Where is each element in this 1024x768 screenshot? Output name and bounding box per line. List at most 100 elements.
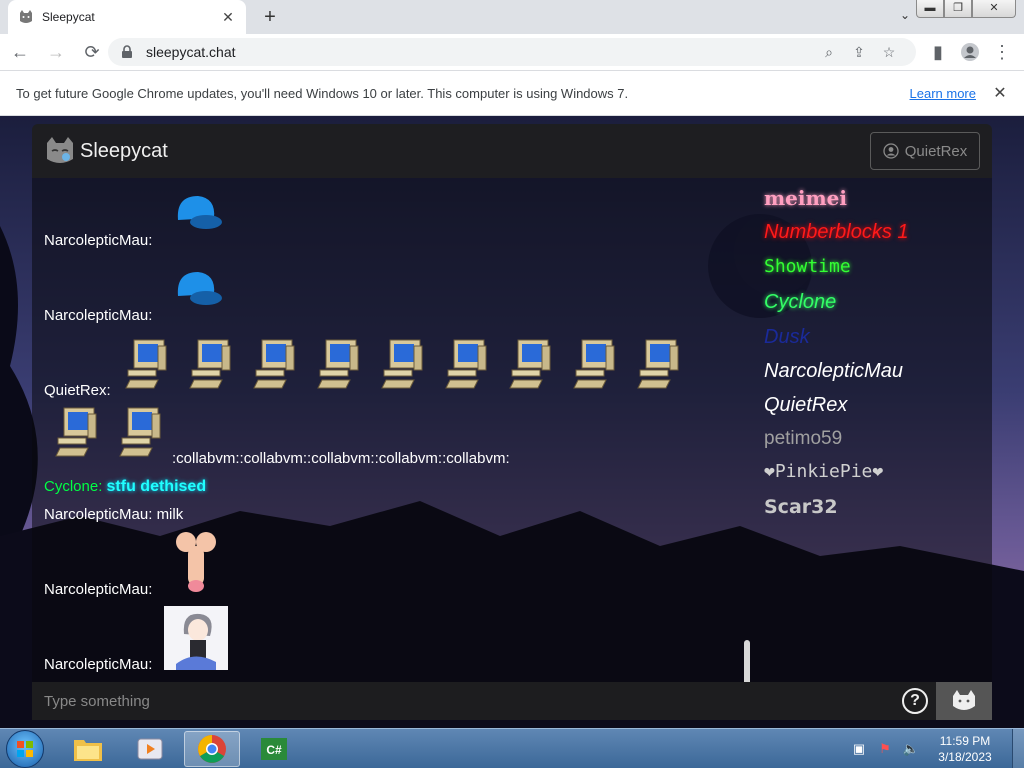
csharp-icon: C# [261,738,287,760]
side-panel-icon[interactable]: ▮ [922,36,954,68]
windows-taskbar: C# ▣ ⚑ 🔈 11:59 PM 3/18/2023 [0,728,1024,768]
message-author: NarcolepticMau: [44,307,153,324]
chat-message: Cyclone: stfu dethised [44,478,206,496]
user-list-item[interactable]: petimo59 [764,428,842,450]
current-user-name: QuietRex [904,142,968,160]
restore-button[interactable]: ❐ [944,0,972,18]
clock[interactable]: 11:59 PM 3/18/2023 [928,733,1002,765]
message-author: NarcolepticMau: [44,581,153,598]
blue-cap-emote-icon [177,272,222,305]
user-list-item[interactable]: Scar32 [764,496,838,518]
windows-logo-icon [17,741,33,757]
sleepycat-app: Sleepycat QuietRex NarcolepticMau: Narco… [32,124,992,720]
new-tab-button[interactable]: + [258,6,282,28]
learn-more-link[interactable]: Learn more [910,86,976,101]
help-button[interactable]: ? [902,688,928,714]
network-icon[interactable]: ▣ [850,741,868,757]
chat-scrollbar[interactable] [744,640,750,682]
taskbar-csharp-button[interactable]: C# [246,731,302,767]
user-list-item[interactable]: Dusk [764,326,810,349]
collabvm-emote-icon [54,406,100,458]
search-icon[interactable]: ⌕ [814,44,844,61]
clock-date: 3/18/2023 [938,750,992,764]
blue-cap-emote-icon [177,196,222,229]
chat-messages: NarcolepticMau: NarcolepticMau: QuietRex… [32,178,752,682]
address-bar[interactable]: sleepycat.chat ⌕ ⇪ ☆ [108,38,916,66]
cat-icon [953,690,975,710]
forward-icon[interactable]: → [40,36,72,68]
message-text: milk [156,506,184,523]
user-list-item[interactable]: QuietRex [764,394,847,417]
profile-icon[interactable] [954,36,986,68]
current-user-button[interactable]: QuietRex [870,132,980,170]
tab-close-icon[interactable]: ✕ [220,9,236,25]
chat-input[interactable] [32,682,902,720]
folder-icon [74,740,102,761]
lock-icon [122,45,132,58]
browser-toolbar: ← → ⟳ sleepycat.chat ⌕ ⇪ ☆ ▮ ⋮ [0,34,1024,70]
start-button[interactable] [6,730,44,768]
taskbar-media-player-button[interactable] [122,731,178,767]
system-tray: ▣ ⚑ 🔈 11:59 PM 3/18/2023 [850,729,1024,768]
chrome-icon [198,735,226,763]
collabvm-emote-icon [124,338,170,390]
emote-image [176,532,216,592]
user-list-item[interactable]: Numberblocks 1 [764,221,909,244]
collabvm-emote-icon [572,338,618,390]
chat-message: NarcolepticMau: [44,656,152,673]
app-header: Sleepycat QuietRex [32,124,992,178]
message-text: :collabvm::collabvm::collabvm::collabvm:… [172,450,510,467]
chat-message: NarcolepticMau: [44,232,152,249]
chat-message: NarcolepticMau: [44,581,152,598]
chat-input-row: ? [32,682,992,720]
user-list-item[interactable]: Showtime [764,256,851,277]
infobar-message: To get future Google Chrome updates, you… [16,85,629,101]
share-icon[interactable]: ⇪ [844,44,874,61]
cat-emote-button[interactable] [936,682,992,720]
update-infobar: To get future Google Chrome updates, you… [0,70,1024,116]
collabvm-emote-icon [188,338,234,390]
sleepycat-logo-icon [47,137,73,163]
collabvm-emote-icon [508,338,554,390]
action-center-flag-icon[interactable]: ⚑ [876,741,894,757]
sleepycat-favicon-icon [18,9,34,25]
message-author: NarcolepticMau: [44,656,153,673]
bookmark-star-icon[interactable]: ☆ [874,44,904,61]
svg-text:C#: C# [266,743,282,757]
user-list: meimei Numberblocks 1 Showtime Cyclone D… [752,178,992,682]
message-text: stfu dethised [106,478,207,495]
tab-search-icon[interactable]: ⌄ [896,8,914,26]
minimize-button[interactable]: ▬ [916,0,944,18]
volume-icon[interactable]: 🔈 [902,741,920,757]
chat-message: NarcolepticMau: [44,307,152,324]
taskbar-explorer-button[interactable] [60,731,116,767]
user-list-item[interactable]: NarcolepticMau [764,360,903,383]
user-list-item[interactable]: ❤PinkiePie❤ [764,461,883,482]
media-player-icon [137,738,163,760]
collabvm-emote-icon [316,338,362,390]
browser-tab[interactable]: Sleepycat ✕ [8,0,246,34]
message-author: QuietRex: [44,382,111,399]
chat-message: QuietRex: [44,382,111,399]
tab-strip: Sleepycat ✕ + ⌄ ▬ ❐ ✕ [0,0,1024,34]
collabvm-emote-icon [252,338,298,390]
infobar-close-icon[interactable]: ✕ [992,83,1008,103]
user-list-item[interactable]: Cyclone [764,291,836,314]
anime-girl-image [164,606,228,670]
message-author: Cyclone: [44,478,103,495]
reload-icon[interactable]: ⟳ [76,36,108,68]
show-desktop-button[interactable] [1012,729,1024,768]
collabvm-emote-icon [380,338,426,390]
url-text: sleepycat.chat [146,44,236,60]
chat-message: NarcolepticMau: milk [44,506,183,523]
close-window-button[interactable]: ✕ [972,0,1016,18]
taskbar-chrome-button[interactable] [184,731,240,767]
collabvm-emote-icon [636,338,682,390]
app-title: Sleepycat [80,139,168,162]
menu-kebab-icon[interactable]: ⋮ [986,36,1018,68]
message-author: NarcolepticMau: [44,506,153,523]
tab-title: Sleepycat [42,10,95,24]
message-author: NarcolepticMau: [44,232,153,249]
back-icon[interactable]: ← [4,36,36,68]
user-list-item[interactable]: meimei [764,186,847,210]
